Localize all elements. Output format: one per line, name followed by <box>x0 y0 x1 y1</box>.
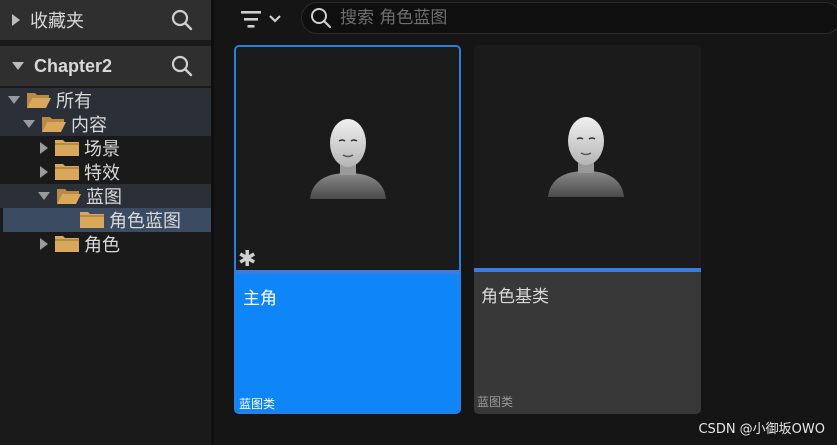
asset-card[interactable]: ✱ 主角 蓝图类 <box>234 45 461 414</box>
search-icon <box>311 8 332 29</box>
folder-open-icon <box>42 117 66 132</box>
folder-icon <box>55 140 79 156</box>
search-icon[interactable] <box>171 55 193 77</box>
folder-icon <box>80 212 104 228</box>
tree-item-all[interactable]: 所有 <box>0 88 211 112</box>
expand-arrow-icon[interactable] <box>12 62 24 70</box>
content-browser: 收藏夹 Chapter2 所有 内容 场景 特效 蓝图 角色蓝图 角色 搜索 角… <box>0 0 837 445</box>
collapse-arrow-icon[interactable] <box>40 166 48 178</box>
folder-open-icon <box>27 93 51 108</box>
asset-card[interactable]: 角色基类 蓝图类 <box>474 45 701 414</box>
asset-search-box[interactable] <box>301 2 837 34</box>
expand-arrow-icon[interactable] <box>8 96 20 104</box>
project-header[interactable]: Chapter2 <box>0 46 211 86</box>
tree-item-label: 场景 <box>84 139 120 160</box>
favorites-label: 收藏夹 <box>30 11 84 31</box>
folder-icon <box>55 236 79 252</box>
asset-toolbar <box>226 0 837 38</box>
tree-item-label: 蓝图 <box>86 187 122 208</box>
sources-panel: 收藏夹 Chapter2 所有 内容 场景 特效 蓝图 角色蓝图 角色 <box>0 0 214 445</box>
asset-type: 蓝图类 <box>477 395 514 409</box>
tree-item-effects[interactable]: 特效 <box>0 160 211 184</box>
project-label: Chapter2 <box>34 55 113 76</box>
character-avatar-icon <box>310 119 386 199</box>
expand-arrow-icon[interactable] <box>23 120 35 128</box>
folder-tree: 所有 内容 场景 特效 蓝图 角色蓝图 角色 <box>0 88 211 256</box>
filter-icon[interactable] <box>240 8 284 30</box>
collapse-arrow-icon[interactable] <box>40 142 48 154</box>
tree-item-blueprints[interactable]: 蓝图 <box>0 184 211 208</box>
asset-title: 主角 <box>243 289 277 309</box>
search-icon[interactable] <box>171 9 193 31</box>
tree-item-content[interactable]: 内容 <box>0 112 211 136</box>
character-avatar-icon <box>548 117 624 197</box>
tree-item-label: 角色蓝图 <box>109 211 181 232</box>
asterisk-icon: ✱ <box>238 247 257 272</box>
collapse-arrow-icon[interactable] <box>12 14 20 26</box>
tree-item-scenes[interactable]: 场景 <box>0 136 211 160</box>
asset-thumbnail <box>474 45 701 269</box>
tree-item-label: 角色 <box>84 235 120 256</box>
watermark: CSDN @小御坂OWO <box>698 422 825 437</box>
tree-item-character-blueprints[interactable]: 角色蓝图 <box>3 208 211 232</box>
folder-icon <box>55 164 79 180</box>
asset-thumbnail: ✱ <box>236 47 459 271</box>
favorites-header[interactable]: 收藏夹 <box>0 0 211 40</box>
tree-item-label: 内容 <box>71 115 107 136</box>
search-input[interactable] <box>340 8 820 28</box>
asset-type: 蓝图类 <box>239 397 276 411</box>
folder-open-icon <box>57 189 81 204</box>
asset-title: 角色基类 <box>481 287 549 307</box>
tree-item-characters[interactable]: 角色 <box>0 232 211 256</box>
asset-info: 角色基类 蓝图类 <box>474 272 701 414</box>
asset-info: 主角 蓝图类 <box>236 274 459 412</box>
collapse-arrow-icon[interactable] <box>40 238 48 250</box>
tree-item-label: 特效 <box>84 163 120 184</box>
tree-item-label: 所有 <box>56 91 92 112</box>
expand-arrow-icon[interactable] <box>38 192 50 200</box>
